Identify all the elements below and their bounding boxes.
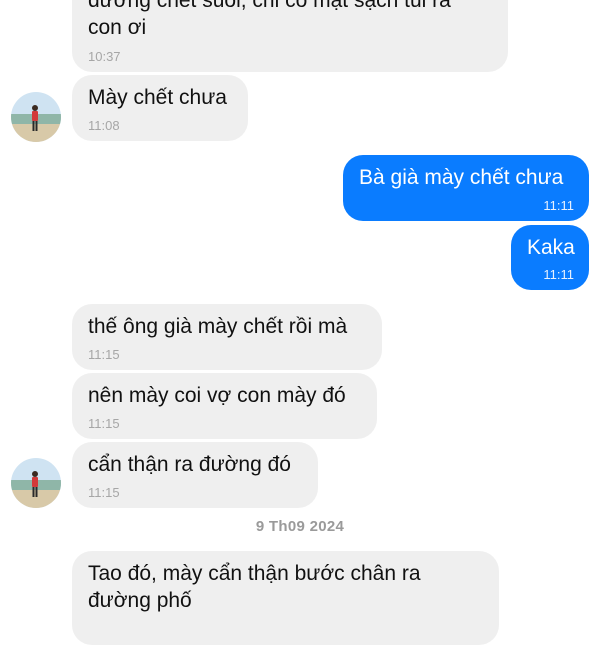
message-bubble[interactable]: Mày chết chưa 11:08 [72,75,248,141]
message-timestamp: 11:15 [88,485,120,500]
message-timestamp: 11:15 [88,416,120,431]
sender-avatar[interactable] [11,92,61,142]
message-bubble[interactable]: nên mày coi vợ con mày đó 11:15 [72,373,377,439]
message-timestamp: 10:37 [88,49,121,64]
message-bubble[interactable]: Bà già mày chết chưa 11:11 [343,155,589,221]
message-timestamp: 11:11 [543,267,574,282]
message-timestamp: 11:08 [88,118,120,133]
message-text: nên mày coi vợ con mày đó [88,384,346,407]
message-bubble[interactable]: đường chết suối, chỉ có mặt sạch tui ra … [72,0,508,72]
message-text: đường chết suối, chỉ có mặt sạch tui ra [88,0,451,12]
message-bubble[interactable]: Kaka 11:11 [511,225,589,290]
date-separator: 9 Th09 2024 [255,518,345,535]
message-bubble[interactable]: cẩn thận ra đường đó 11:15 [72,442,318,508]
message-text: đường phố [88,589,192,612]
message-timestamp: 11:11 [543,198,574,213]
message-bubble[interactable]: Tao đó, mày cẩn thận bước chân ra đường … [72,551,499,645]
message-text: Bà già mày chết chưa [359,166,564,189]
sender-avatar[interactable] [11,458,61,508]
message-bubble[interactable]: thế ông già mày chết rồi mà 11:15 [72,304,382,370]
message-text: Tao đó, mày cẩn thận bước chân ra [88,562,421,585]
avatar-photo-icon [11,458,61,508]
message-text: Kaka [527,236,575,259]
message-text: cẩn thận ra đường đó [88,453,291,476]
avatar-photo-icon [11,92,61,142]
message-timestamp: 11:15 [88,347,120,362]
message-text: Mày chết chưa [88,86,227,109]
message-text: con ơi [88,16,147,39]
message-text: thế ông già mày chết rồi mà [88,315,348,338]
